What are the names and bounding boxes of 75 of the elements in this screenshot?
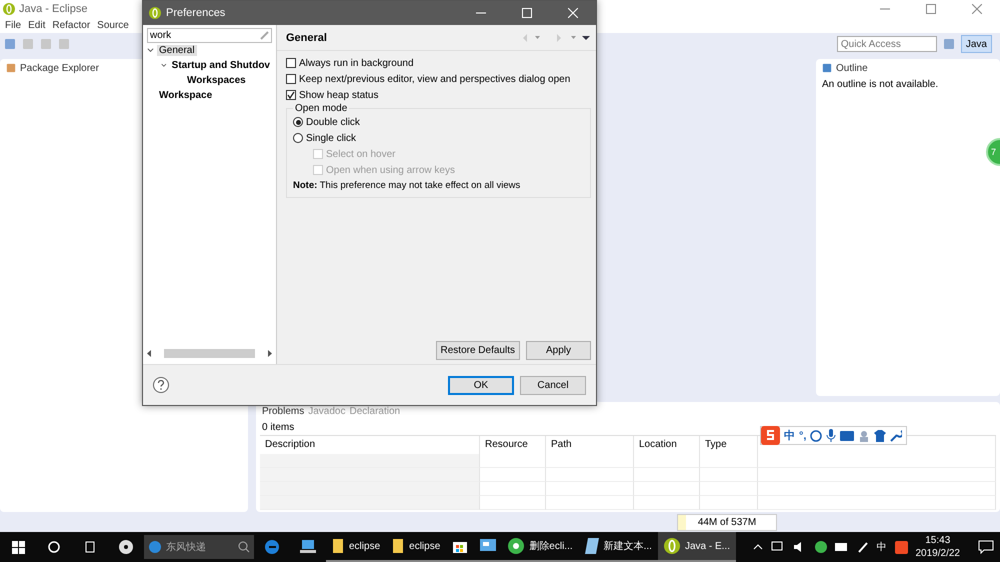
pen-icon[interactable] xyxy=(856,541,868,553)
scroll-left-icon[interactable] xyxy=(147,350,152,356)
eclipse-icon xyxy=(664,538,680,554)
tree-item[interactable]: Workspaces xyxy=(185,75,248,86)
task-view-icon[interactable] xyxy=(83,541,97,553)
dialog-button[interactable]: Cancel xyxy=(520,376,586,394)
close-icon[interactable] xyxy=(972,4,982,14)
scroll-right-icon[interactable] xyxy=(267,350,272,356)
notepad-icon xyxy=(584,538,599,554)
folder-icon xyxy=(332,538,344,554)
chevron-icon[interactable] xyxy=(161,62,167,69)
panel-title[interactable]: Outline xyxy=(836,62,868,74)
quick-access-field[interactable]: Quick Access xyxy=(836,36,937,52)
tree-item[interactable]: General xyxy=(157,45,197,56)
menu-item[interactable]: Source xyxy=(97,20,129,30)
table-cell xyxy=(634,468,700,482)
panel-tab[interactable]: Problems xyxy=(262,406,304,416)
group-title: Open mode xyxy=(294,103,348,114)
radio-option[interactable]: Single click xyxy=(293,130,584,146)
taskbar-app[interactable]: Java - E... xyxy=(658,532,736,562)
table-cell xyxy=(634,482,700,496)
dialog-button[interactable]: Restore Defaults xyxy=(436,341,520,360)
taskbar-app[interactable]: 删除ecli... xyxy=(502,532,579,562)
ime-mode[interactable]: 中 xyxy=(784,428,795,443)
table-cell xyxy=(700,482,758,496)
help-button[interactable] xyxy=(153,377,169,393)
perspective-button[interactable]: Java xyxy=(960,35,992,53)
taskbar-app[interactable]: eclipse xyxy=(326,532,386,562)
checkbox-option[interactable]: Always run in background xyxy=(286,55,591,71)
eclipse-icon xyxy=(149,7,161,19)
table-cell xyxy=(634,454,700,468)
search-icon xyxy=(238,541,250,553)
table-cell xyxy=(700,468,758,482)
checkbox-option[interactable]: Show heap status xyxy=(286,87,591,103)
checkbox-option[interactable]: Keep next/previous editor, view and perspectives dialog open xyxy=(286,71,591,87)
table-cell xyxy=(700,454,758,468)
clock[interactable]: 15:43 2019/2/22 xyxy=(916,534,960,560)
table-cell xyxy=(480,454,546,468)
navigation-icons[interactable] xyxy=(521,32,591,42)
table-cell xyxy=(480,468,546,482)
monitor-icon xyxy=(480,539,496,553)
circle-icon[interactable] xyxy=(48,541,60,553)
heap-label: 44M of 537M xyxy=(698,516,756,528)
taskbar-search-field[interactable]: 东风快递 xyxy=(144,535,254,559)
maximize-icon[interactable] xyxy=(926,4,936,14)
menu-item[interactable]: Edit xyxy=(28,20,46,30)
dialog-button[interactable]: Apply xyxy=(526,341,591,360)
help-icon xyxy=(157,380,165,390)
table-cell xyxy=(480,482,546,496)
input-language[interactable]: 中 xyxy=(876,540,886,554)
tree-item[interactable]: Startup and Shutdov xyxy=(170,60,272,71)
eclipse-icon xyxy=(3,2,15,14)
notification-icon[interactable] xyxy=(978,540,994,554)
page-title: General xyxy=(286,32,327,44)
panel-title[interactable]: Package Explorer xyxy=(20,62,99,74)
chevron-icon[interactable] xyxy=(147,47,154,54)
tree-item[interactable]: Workspace xyxy=(157,90,214,101)
taskbar-app[interactable]: eclipse xyxy=(386,532,446,562)
radio-option[interactable]: Double click xyxy=(293,114,584,130)
dialog-button[interactable]: OK xyxy=(448,376,514,394)
folder-icon xyxy=(392,538,404,554)
ime-punctuation[interactable]: °, xyxy=(799,430,806,442)
windows-start-icon[interactable] xyxy=(12,540,24,554)
window-title: Java - Eclipse xyxy=(19,2,88,14)
scrollbar-thumb[interactable] xyxy=(164,348,255,358)
outline-message: An outline is not available. xyxy=(821,78,940,92)
microphone-icon[interactable] xyxy=(826,429,836,442)
computer-icon[interactable] xyxy=(300,540,316,554)
shirt-icon[interactable] xyxy=(874,430,886,442)
note-text: Note: This preference may not take effect on all views xyxy=(293,179,522,191)
menu-item[interactable]: File xyxy=(5,20,22,30)
menu-item[interactable]: Refactor xyxy=(52,20,90,30)
caret-icon[interactable] xyxy=(752,544,762,550)
dialog-title: Preferences xyxy=(166,7,226,19)
filter-field[interactable]: work xyxy=(147,28,272,43)
